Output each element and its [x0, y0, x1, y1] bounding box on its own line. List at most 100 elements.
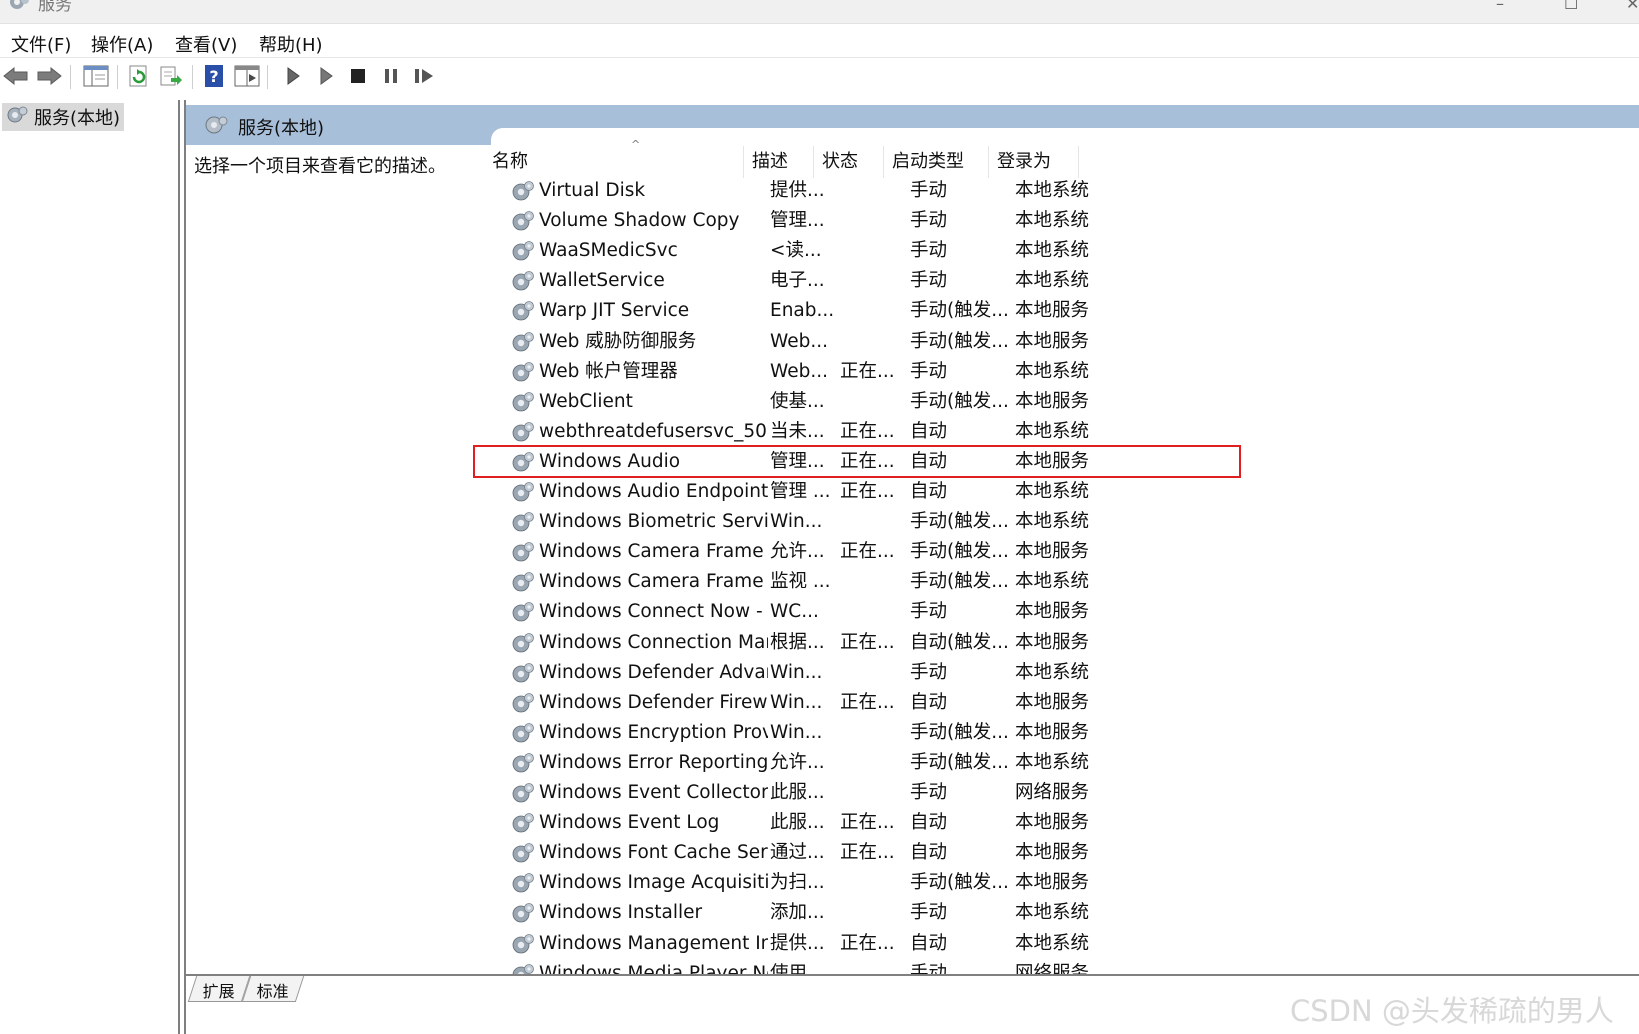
- service-row[interactable]: Windows Encryption Provid...Win... 手动(触发.…: [508, 718, 1248, 748]
- service-row[interactable]: Windows Event Collector 此服... 手动 网络服务: [508, 778, 1248, 808]
- console-tree-pane: 服务(本地): [0, 100, 180, 1034]
- column-header-name[interactable]: 名称: [484, 146, 744, 178]
- service-startup-type: 自动: [910, 812, 948, 834]
- service-startup-type: 手动: [910, 782, 948, 803]
- service-name: WalletService: [539, 270, 665, 292]
- properties-icon[interactable]: [233, 62, 261, 90]
- service-startup-type: 手动: [910, 902, 948, 924]
- show-hide-console-tree-icon[interactable]: [82, 62, 110, 90]
- column-header-startup-type[interactable]: 启动类型: [884, 146, 989, 178]
- menu-help[interactable]: 帮助(H): [259, 31, 323, 57]
- service-description: Web...: [770, 330, 828, 352]
- service-log-on-as: 本地系统: [1015, 902, 1090, 924]
- tab-extended[interactable]: 扩展: [187, 976, 251, 1002]
- service-startup-type: 手动(触发...: [910, 872, 1009, 894]
- service-row[interactable]: Windows Event Log 此服... 正在... 自动 本地服务: [508, 808, 1248, 838]
- service-status: 正在...: [840, 631, 895, 653]
- column-header-status[interactable]: 状态: [814, 146, 884, 178]
- service-log-on-as: 本地服务: [1015, 450, 1090, 472]
- minimize-button[interactable]: –: [1496, 0, 1504, 13]
- service-row[interactable]: WebClient 使基... 手动(触发... 本地服务: [508, 387, 1248, 417]
- service-row[interactable]: Virtual Disk 提供... 手动 本地系统: [508, 176, 1248, 206]
- service-log-on-as: 本地系统: [1015, 420, 1090, 442]
- column-header-description[interactable]: 描述: [744, 146, 814, 178]
- service-row[interactable]: Windows Camera Frame S...允许... 正在... 手动(触发…: [508, 537, 1248, 567]
- service-status: 正在...: [840, 691, 895, 713]
- service-row[interactable]: Windows Defender Advan...Win... 手动 本地系统: [508, 658, 1248, 688]
- service-status: 正在...: [840, 932, 895, 954]
- service-row[interactable]: Windows Audio Endpoint B...管理 ... 正在... 自动…: [508, 477, 1248, 507]
- service-log-on-as: 本地服务: [1015, 691, 1090, 713]
- description-prompt: 选择一个项目来查看它的描述。: [194, 156, 446, 177]
- service-row[interactable]: Windows Defender Firewall Win... 正在... 自动 本地…: [508, 688, 1248, 718]
- service-description: 电子...: [770, 270, 825, 292]
- menu-file[interactable]: 文件(F): [11, 31, 71, 57]
- service-description: <读...: [770, 240, 822, 262]
- resume-service-icon[interactable]: [410, 62, 438, 90]
- service-row[interactable]: WalletService 电子... 手动 本地系统: [508, 266, 1248, 296]
- start-service-icon[interactable]: [279, 62, 307, 90]
- service-log-on-as: 本地服务: [1015, 812, 1090, 834]
- service-status: 正在...: [840, 481, 895, 502]
- service-name: Warp JIT Service: [539, 300, 690, 322]
- export-list-icon[interactable]: [157, 62, 185, 90]
- service-status: [840, 868, 904, 898]
- service-row[interactable]: Windows Font Cache Servi...通过... 正在... 自动 本…: [508, 838, 1248, 868]
- service-name: Volume Shadow Copy: [539, 210, 740, 232]
- service-row[interactable]: Volume Shadow Copy 管理... 手动 本地系统: [508, 206, 1248, 236]
- service-description: Web...: [770, 360, 828, 382]
- tree-node-services-local[interactable]: 服务(本地): [2, 103, 124, 131]
- service-row[interactable]: Windows Camera Frame S...监视 ... 手动(触发... 本…: [508, 567, 1248, 597]
- service-log-on-as: 本地系统: [1015, 180, 1090, 201]
- service-log-on-as: 本地系统: [1015, 360, 1090, 382]
- service-name: Windows Event Log: [539, 812, 720, 834]
- service-row[interactable]: WaaSMedicSvc <读... 手动 本地系统: [508, 236, 1248, 266]
- service-row[interactable]: webthreatdefusersvc_50965当未... 正在... 自动 本地系…: [508, 417, 1248, 447]
- service-row[interactable]: Windows Connection Man...根据... 正在... 自动(触发…: [508, 628, 1248, 658]
- service-startup-type: 自动: [910, 691, 948, 713]
- service-log-on-as: 本地系统: [1015, 751, 1090, 773]
- start-service-2-icon[interactable]: [312, 62, 340, 90]
- back-arrow-icon[interactable]: [2, 62, 30, 90]
- column-header-log-on-as[interactable]: 登录为: [989, 146, 1079, 178]
- close-button[interactable]: ✕: [1626, 0, 1639, 13]
- refresh-icon[interactable]: [125, 62, 153, 90]
- stop-service-icon[interactable]: [344, 62, 372, 90]
- pause-service-icon[interactable]: [377, 62, 405, 90]
- menu-action[interactable]: 操作(A): [91, 31, 153, 57]
- service-row[interactable]: Warp JIT Service Enab... 手动(触发... 本地服务: [508, 296, 1248, 326]
- service-row[interactable]: Web 威胁防御服务 Web... 手动(触发... 本地服务: [508, 327, 1248, 357]
- help-icon[interactable]: ?: [200, 62, 228, 90]
- service-log-on-as: 本地系统: [1015, 661, 1090, 683]
- service-row[interactable]: Windows Error Reporting S...允许... 手动(触发..…: [508, 748, 1248, 778]
- service-startup-type: 自动: [910, 481, 948, 502]
- service-description: 为扫...: [770, 872, 825, 894]
- services-gear-icon: [6, 104, 28, 130]
- service-row[interactable]: Web 帐户管理器 Web... 正在... 手动 本地系统: [508, 357, 1248, 387]
- service-status: 正在...: [840, 812, 895, 834]
- service-row[interactable]: Windows Connect Now - C...WC... 手动 本地服务: [508, 597, 1248, 627]
- service-name: Windows Defender Firewall: [539, 691, 768, 713]
- service-row[interactable]: Windows Management Ins...提供... 正在... 自动 本地系…: [508, 929, 1248, 959]
- service-log-on-as: 本地服务: [1015, 721, 1090, 743]
- maximize-button[interactable]: ☐: [1564, 0, 1578, 13]
- service-status: [840, 748, 904, 778]
- service-startup-type: 手动(触发...: [910, 511, 1009, 533]
- service-description: 管理...: [770, 210, 825, 232]
- forward-arrow-icon[interactable]: [35, 62, 63, 90]
- service-row[interactable]: Windows Installer 添加... 手动 本地系统: [508, 898, 1248, 928]
- service-status: 正在...: [840, 360, 895, 382]
- service-startup-type: 手动(触发...: [910, 751, 1009, 773]
- tab-standard[interactable]: 标准: [241, 976, 305, 1002]
- service-log-on-as: 本地系统: [1015, 481, 1090, 502]
- service-startup-type: 手动(触发...: [910, 390, 1009, 412]
- service-startup-type: 自动: [910, 932, 948, 954]
- service-row[interactable]: Windows Biometric Service Win... 手动(触发... 本…: [508, 507, 1248, 537]
- service-row[interactable]: Windows Audio 管理... 正在... 自动 本地服务: [508, 447, 1248, 477]
- menu-view[interactable]: 查看(V): [175, 31, 237, 57]
- service-status: [840, 658, 904, 688]
- service-log-on-as: 本地系统: [1015, 240, 1090, 262]
- service-row[interactable]: Windows Image Acquisitio...为扫... 手动(触发...…: [508, 868, 1248, 898]
- menu-bar: 文件(F) 操作(A) 查看(V) 帮助(H): [0, 26, 1639, 58]
- service-description: 此服...: [770, 812, 825, 834]
